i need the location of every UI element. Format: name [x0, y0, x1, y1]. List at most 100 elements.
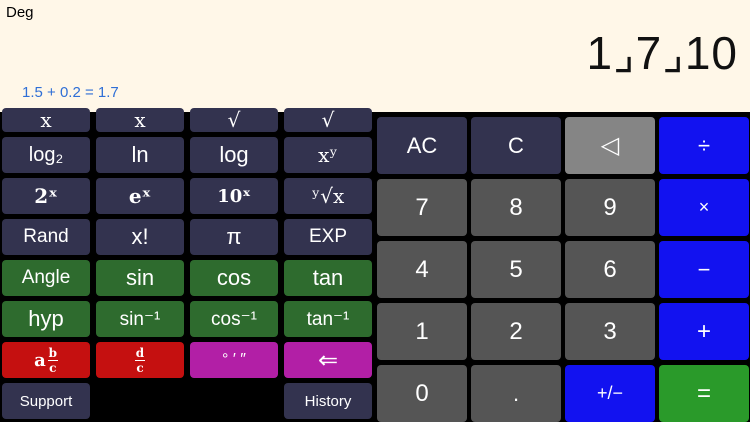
subtract-button[interactable]: −: [659, 241, 749, 298]
digit-3-label: 3: [603, 317, 617, 345]
equals-button[interactable]: =: [659, 365, 749, 422]
digit-4-button[interactable]: 4: [377, 241, 467, 298]
cube-root-label: √: [321, 108, 335, 132]
multiply-label: ×: [698, 197, 710, 217]
add-label: +: [696, 317, 711, 345]
ln-button[interactable]: ln: [96, 137, 184, 173]
plus-minus-label: +/−: [596, 383, 624, 403]
angle-mode-label: Deg: [6, 4, 34, 21]
digit-7-label: 7: [415, 193, 429, 221]
factorial-button[interactable]: x!: [96, 219, 184, 255]
clear-label: C: [508, 132, 524, 158]
angle-label: Angle: [21, 267, 71, 288]
digit-2-button[interactable]: 2: [471, 303, 561, 360]
arcsin-label: sin⁻¹: [119, 308, 161, 330]
support-label: Support: [19, 392, 73, 410]
angle-button[interactable]: Angle: [2, 260, 90, 296]
display-panel: Deg 1⌟7⌟10 1.5 + 0.2 = 1.7: [0, 0, 750, 112]
history-label: History: [304, 392, 352, 410]
mixed-fraction-whole: a: [34, 349, 46, 371]
decimal-point-button[interactable]: .: [471, 365, 561, 422]
degrees-minutes-seconds-button[interactable]: ° ′ ″: [190, 342, 278, 378]
last-calculation: 1.5 + 0.2 = 1.7: [22, 84, 119, 101]
digit-6-label: 6: [603, 255, 617, 283]
nth-root-label: ʸ√x: [311, 184, 345, 208]
log-label: log: [219, 142, 249, 167]
digit-9-label: 9: [603, 193, 617, 221]
backspace-button[interactable]: ◁: [565, 117, 655, 174]
arccos-label: cos⁻¹: [211, 308, 257, 330]
hyp-label: hyp: [28, 306, 64, 331]
cube-root-button[interactable]: √: [284, 108, 372, 132]
digit-7-button[interactable]: 7: [377, 179, 467, 236]
divide-button[interactable]: ÷: [659, 117, 749, 174]
cos-button[interactable]: cos: [190, 260, 278, 296]
square-button[interactable]: x: [2, 108, 90, 132]
digit-0-label: 0: [415, 379, 429, 407]
digit-9-button[interactable]: 9: [565, 179, 655, 236]
rand-button[interactable]: Rand: [2, 219, 90, 255]
equals-label: =: [696, 379, 711, 407]
add-button[interactable]: +: [659, 303, 749, 360]
cube-button[interactable]: x: [96, 108, 184, 132]
factorial-label: x!: [131, 224, 149, 249]
pi-button[interactable]: π: [190, 219, 278, 255]
fraction-c-label: c: [136, 360, 144, 375]
mixed-fraction-button[interactable]: a b c: [2, 342, 90, 378]
fraction-denominator: c: [49, 360, 57, 375]
exp-e-button[interactable]: eˣ: [96, 178, 184, 214]
cube-label: x: [134, 108, 146, 132]
arctan-label: tan⁻¹: [306, 308, 350, 330]
dms-convert-button[interactable]: ⇐: [284, 342, 372, 378]
digit-5-button[interactable]: 5: [471, 241, 561, 298]
digit-0-button[interactable]: 0: [377, 365, 467, 422]
digit-1-label: 1: [415, 317, 429, 345]
hyp-button[interactable]: hyp: [2, 301, 90, 337]
digit-2-label: 2: [509, 317, 523, 345]
digit-8-button[interactable]: 8: [471, 179, 561, 236]
cos-label: cos: [216, 265, 252, 290]
ten-power-x-button[interactable]: 10ˣ: [190, 178, 278, 214]
digit-3-button[interactable]: 3: [565, 303, 655, 360]
fraction-icon: b c: [47, 345, 58, 375]
log2-button[interactable]: log₂: [2, 137, 90, 173]
arcsin-button[interactable]: sin⁻¹: [96, 301, 184, 337]
subtract-label: −: [697, 256, 711, 282]
fraction-numerator: b: [48, 345, 58, 360]
power-button[interactable]: xʸ: [284, 137, 372, 173]
history-button[interactable]: History: [284, 383, 372, 419]
power-label: xʸ: [318, 143, 338, 167]
fraction-button[interactable]: d c: [96, 342, 184, 378]
ln-label: ln: [131, 142, 149, 167]
dms-label: ° ′ ″: [222, 351, 246, 368]
divide-label: ÷: [697, 132, 711, 158]
multiply-button[interactable]: ×: [659, 179, 749, 236]
plus-minus-button[interactable]: +/−: [565, 365, 655, 422]
result-display: 1⌟7⌟10: [586, 27, 738, 79]
sin-button[interactable]: sin: [96, 260, 184, 296]
backspace-icon: ◁: [600, 132, 620, 159]
decimal-point-label: .: [512, 380, 520, 406]
digit-6-button[interactable]: 6: [565, 241, 655, 298]
exp-label: EXP: [308, 226, 348, 247]
digit-5-label: 5: [509, 255, 523, 283]
arctan-button[interactable]: tan⁻¹: [284, 301, 372, 337]
pi-label: π: [226, 224, 242, 249]
support-button[interactable]: Support: [2, 383, 90, 419]
arccos-button[interactable]: cos⁻¹: [190, 301, 278, 337]
square-root-label: √: [227, 108, 241, 132]
log-button[interactable]: log: [190, 137, 278, 173]
all-clear-label: AC: [406, 132, 438, 158]
tan-label: tan: [312, 265, 344, 290]
tan-button[interactable]: tan: [284, 260, 372, 296]
exp-button[interactable]: EXP: [284, 219, 372, 255]
exp-e-label: eˣ: [128, 184, 152, 208]
all-clear-button[interactable]: AC: [377, 117, 467, 174]
left-arrow-icon: ⇐: [317, 346, 339, 374]
square-root-button[interactable]: √: [190, 108, 278, 132]
digit-8-label: 8: [509, 193, 523, 221]
clear-button[interactable]: C: [471, 117, 561, 174]
nth-root-button[interactable]: ʸ√x: [284, 178, 372, 214]
digit-1-button[interactable]: 1: [377, 303, 467, 360]
two-power-x-button[interactable]: 2ˣ: [2, 178, 90, 214]
